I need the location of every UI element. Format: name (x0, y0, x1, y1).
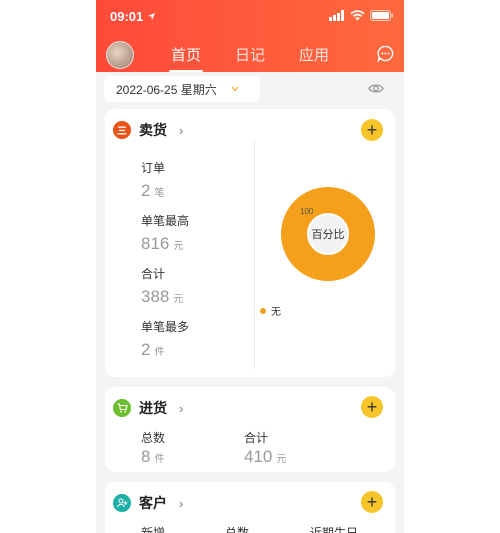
status-bar: 09:01 (110, 9, 156, 24)
donut-legend: 无 (260, 303, 281, 318)
customer-title: 客户 (139, 495, 167, 511)
chevron-down-icon (231, 86, 239, 92)
signal-icon (329, 10, 344, 21)
orders-label: 订单 (141, 161, 166, 175)
customer-add-button[interactable]: + (361, 491, 383, 513)
battery-icon (370, 10, 393, 21)
sell-card: 卖货 › + 订单 2笔 单笔最高 816 元 合计 388 元 单笔最多 2件 1… (105, 109, 395, 377)
date-selector[interactable]: 2022-06-25 星期六 (104, 76, 260, 102)
new-customers-label: 新增 (141, 526, 166, 533)
total-value: 388 元 (141, 287, 184, 306)
percentage-donut-chart: 100 百分比 (281, 187, 375, 281)
sell-add-button[interactable]: + (361, 119, 383, 141)
purchase-card-header[interactable]: 进货 › (113, 398, 183, 418)
avatar[interactable] (106, 41, 134, 69)
upcoming-birthdays-label: 近期生日 (310, 526, 359, 533)
purchase-card: 进货 › + 总数 8件 合计 410 元 (105, 387, 395, 472)
purchase-count-label: 总数 (141, 431, 166, 445)
purchase-title: 进货 (139, 400, 167, 416)
chat-icon[interactable] (377, 45, 394, 62)
date-text: 2022-06-25 星期六 (116, 82, 217, 97)
sell-title: 卖货 (139, 122, 167, 138)
sell-card-header[interactable]: 卖货 › (113, 120, 183, 140)
donut-center-label: 百分比 (312, 228, 345, 241)
donut-slice-label: 100 (300, 207, 314, 216)
purchase-total-label: 合计 (244, 431, 269, 445)
status-icons (329, 10, 394, 21)
eye-icon[interactable] (368, 82, 384, 95)
main-tabs: 首页 日记 应用 (168, 44, 329, 72)
max-single-value: 816 元 (141, 234, 184, 253)
phone-screen: 09:01 首页 日记 应用 2022-06-25 星期六 卖货 › + 订单 … (96, 0, 404, 533)
orders-value: 2笔 (141, 181, 165, 200)
customer-icon (113, 494, 131, 512)
legend-label: 无 (271, 307, 281, 318)
purchase-add-button[interactable]: + (361, 396, 383, 418)
wifi-icon (350, 10, 365, 21)
cart-icon (113, 399, 131, 417)
total-label: 合计 (141, 267, 166, 281)
divider (254, 139, 255, 369)
max-single-label: 单笔最高 (141, 214, 190, 228)
legend-swatch (260, 307, 266, 314)
customer-card-header[interactable]: 客户 › (113, 493, 183, 513)
location-arrow-icon (148, 12, 156, 21)
max-qty-label: 单笔最多 (141, 320, 190, 334)
chevron-right-icon: › (179, 495, 184, 511)
purchase-count-value: 8件 (141, 447, 165, 466)
customer-card: 客户 › + 新增 总数 近期生日 (105, 482, 395, 533)
tab-home[interactable]: 首页 (168, 44, 204, 72)
total-customers-label: 总数 (225, 526, 250, 533)
tab-diary[interactable]: 日记 (235, 44, 265, 65)
max-qty-value: 2件 (141, 340, 165, 359)
status-time: 09:01 (110, 9, 144, 24)
tab-apps[interactable]: 应用 (299, 44, 329, 65)
purchase-total-value: 410 元 (244, 447, 287, 466)
chevron-right-icon: › (179, 122, 184, 138)
chevron-right-icon: › (179, 400, 184, 416)
app-header: 09:01 首页 日记 应用 (96, 0, 404, 72)
sell-icon (113, 121, 131, 139)
